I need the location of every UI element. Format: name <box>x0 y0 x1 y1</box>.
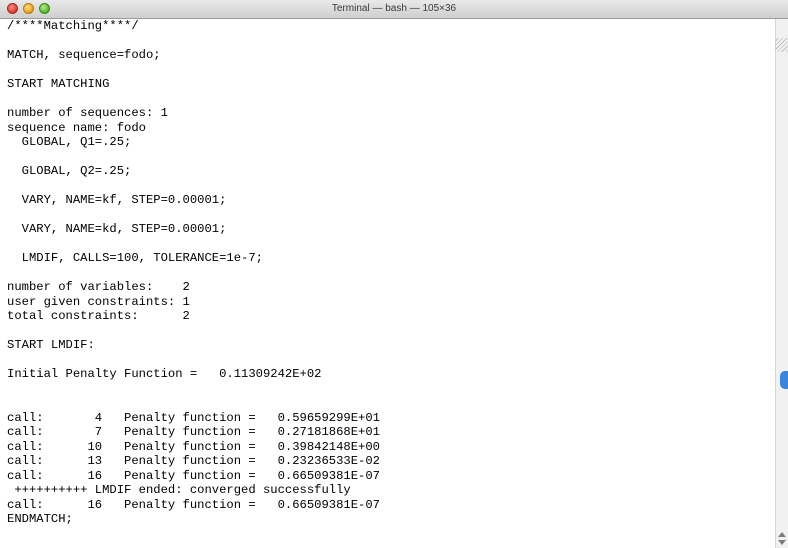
terminal-line: START MATCHING <box>7 77 110 91</box>
terminal-window: Terminal — bash — 105×36 /****Matching**… <box>0 0 788 548</box>
resize-grip-icon[interactable] <box>775 38 788 52</box>
terminal-line: call: 16 Penalty function = 0.66509381E-… <box>7 497 380 512</box>
terminal-line: GLOBAL, Q2=.25; <box>7 164 132 178</box>
terminal-line: MATCH, sequence=fodo; <box>7 48 161 62</box>
terminal-line: GLOBAL, Q1=.25; <box>7 135 132 149</box>
terminal-line: sequence name: fodo <box>7 120 146 135</box>
terminal-line: /****Matching****/ <box>7 19 139 33</box>
terminal-line: user given constraints: 1 <box>7 294 190 309</box>
vertical-scrollbar[interactable] <box>775 19 788 548</box>
terminal-line: call: 10 Penalty function = 0.39842148E+… <box>7 439 380 454</box>
terminal-line: VARY, NAME=kd, STEP=0.00001; <box>7 222 227 236</box>
terminal-line: number of variables: 2 <box>7 280 190 294</box>
terminal-line: number of sequences: 1 <box>7 106 168 120</box>
terminal-line: call: 16 Penalty function = 0.66509381E-… <box>7 468 380 483</box>
scroll-thumb[interactable] <box>780 371 788 389</box>
terminal-line: call: 4 Penalty function = 0.59659299E+0… <box>7 410 380 425</box>
terminal-line: total constraints: 2 <box>7 309 190 323</box>
terminal-line: Initial Penalty Function = 0.11309242E+0… <box>7 367 322 381</box>
terminal-line: LMDIF, CALLS=100, TOLERANCE=1e-7; <box>7 251 263 265</box>
title-bar[interactable]: Terminal — bash — 105×36 <box>0 0 788 19</box>
terminal-line: START LMDIF: <box>7 338 95 352</box>
terminal-output[interactable]: /****Matching****/ MATCH, sequence=fodo; S… <box>7 19 775 548</box>
window-title: Terminal — bash — 105×36 <box>331 3 457 14</box>
scroll-up-arrow-icon[interactable] <box>778 532 786 537</box>
terminal-line: call: 13 Penalty function = 0.23236533E-… <box>7 454 380 468</box>
terminal-line: ++++++++++ LMDIF ended: converged succes… <box>7 483 351 497</box>
terminal-line: call: 7 Penalty function = 0.27181868E+0… <box>7 425 380 439</box>
terminal-line: VARY, NAME=kf, STEP=0.00001; <box>7 193 227 207</box>
scroll-down-arrow-icon[interactable] <box>778 540 786 545</box>
terminal-line: ENDMATCH; <box>7 512 73 526</box>
